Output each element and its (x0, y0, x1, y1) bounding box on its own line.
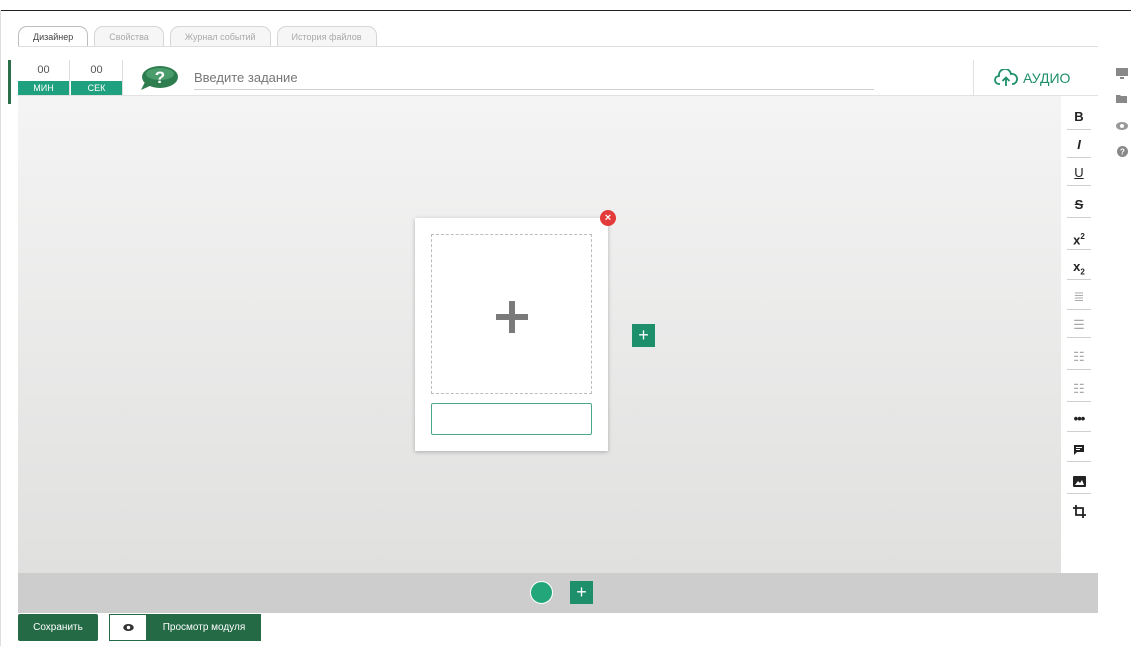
svg-text:?: ? (1120, 148, 1125, 157)
italic-button[interactable]: I (1067, 132, 1091, 158)
card-caption-field[interactable] (431, 403, 592, 435)
window-border-left (0, 10, 1, 646)
window-border (0, 10, 1131, 11)
tab-bar: Дизайнер Свойства Журнал событий История… (18, 26, 383, 47)
help-icon[interactable]: ? (1115, 146, 1129, 160)
tabs-divider (18, 46, 1098, 47)
timer-seconds-value: 00 (90, 64, 103, 76)
preview-module-button[interactable]: Просмотр модуля (147, 614, 261, 641)
superscript-button[interactable]: x2 (1067, 224, 1091, 250)
align-left-icon[interactable]: ≣ (1067, 284, 1091, 310)
image-drop-zone[interactable] (431, 234, 592, 394)
audio-label: АУДИО (1023, 70, 1071, 86)
timer-minutes-label: МИН (18, 81, 69, 95)
svg-text:?: ? (155, 68, 165, 87)
add-card-button[interactable]: + (632, 324, 655, 347)
strikethrough-button[interactable]: S (1067, 192, 1091, 218)
align-center-icon[interactable]: ☰ (1067, 312, 1091, 338)
preview-group: Просмотр модуля (109, 614, 261, 641)
subscript-button[interactable]: x2 (1067, 254, 1091, 280)
more-icon[interactable]: ••• (1067, 406, 1091, 432)
eye-icon[interactable] (1115, 120, 1129, 134)
crop-icon[interactable] (1067, 498, 1091, 524)
preview-eye-button[interactable] (109, 614, 147, 641)
close-icon[interactable]: × (600, 210, 616, 226)
tab-event-log[interactable]: Журнал событий (169, 26, 271, 47)
left-accent-bar (8, 60, 11, 104)
slide-indicator[interactable] (530, 581, 553, 604)
save-button[interactable]: Сохранить (18, 614, 98, 641)
tab-designer[interactable]: Дизайнер (18, 26, 89, 47)
tab-file-history[interactable]: История файлов (276, 26, 377, 47)
slide-strip: + (18, 573, 1098, 613)
timer-seconds[interactable]: 00 СЕК (71, 60, 123, 95)
design-canvas[interactable]: × + (18, 96, 1061, 573)
timer-seconds-label: СЕК (71, 81, 122, 95)
bullet-list-icon[interactable]: ☷ (1067, 344, 1091, 370)
format-toolbar: B I U S x2 x2 ≣ ☰ ☷ ☷ ••• (1061, 96, 1098, 573)
task-header: 00 МИН 00 СЕК ? АУДИО (18, 60, 1098, 96)
cloud-upload-icon (994, 69, 1018, 86)
audio-divider (973, 60, 974, 96)
plus-icon-bar (496, 314, 528, 320)
question-bubble-icon: ? (141, 66, 178, 90)
timer-minutes-value: 00 (37, 64, 50, 76)
bold-button[interactable]: B (1067, 104, 1091, 130)
image-icon[interactable] (1067, 468, 1091, 494)
tab-properties[interactable]: Свойства (94, 26, 164, 47)
monitor-icon[interactable] (1115, 68, 1129, 82)
image-card[interactable] (415, 218, 608, 451)
eye-icon (122, 624, 134, 631)
numbered-list-icon[interactable]: ☷ (1067, 376, 1091, 402)
add-slide-button[interactable]: + (570, 581, 593, 604)
audio-button[interactable]: АУДИО (994, 67, 1070, 89)
task-input[interactable] (194, 66, 874, 90)
underline-button[interactable]: U (1067, 160, 1091, 186)
folder-icon[interactable] (1115, 94, 1129, 108)
comment-icon[interactable] (1067, 436, 1091, 462)
timer-minutes[interactable]: 00 МИН (18, 60, 70, 95)
